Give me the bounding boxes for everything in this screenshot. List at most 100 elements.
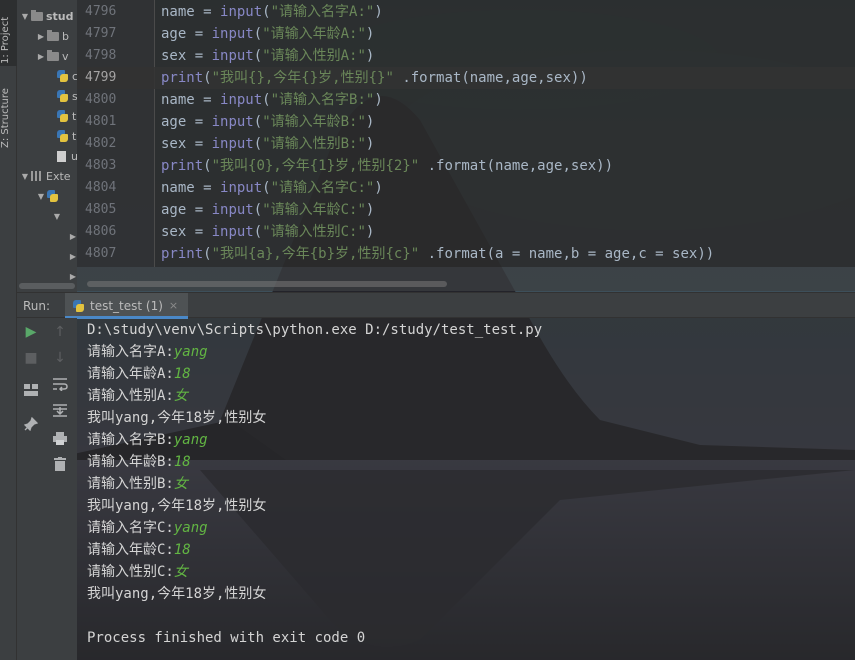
console-user-input: 18: [173, 454, 191, 470]
console-prompt-text: 请输入年龄A:: [87, 366, 174, 382]
tree-item-label: t: [72, 129, 77, 143]
expand-arrow-icon[interactable]: ▶: [67, 272, 77, 281]
collapse-arrow-icon[interactable]: ▼: [19, 12, 31, 21]
console-line: 请输入性别C:女: [87, 561, 188, 583]
down-arrow-icon[interactable]: ↓: [50, 348, 70, 368]
run-toolbar: ▶ ↑ ■ ↓: [17, 318, 77, 660]
print-icon[interactable]: [50, 428, 70, 448]
console-user-input: yang: [173, 344, 208, 360]
code-line[interactable]: 4807 print("我叫{a},今年{b}岁,性别{c}" .format(a…: [77, 243, 855, 265]
line-number: 4804: [85, 180, 117, 195]
string-literal: "请输入年龄B:": [262, 114, 366, 130]
code-line[interactable]: 4797 age = input("请输入年龄A:"): [77, 23, 855, 45]
expand-arrow-icon[interactable]: ▶: [35, 32, 47, 41]
console-line: 请输入性别B:女: [87, 473, 188, 495]
structure-tool-tab[interactable]: Z: Structure: [0, 70, 17, 150]
variable-name: sex: [161, 136, 187, 152]
editor-horizontal-scrollbar[interactable]: [77, 267, 855, 291]
console-prompt-text: 请输入性别B:: [87, 476, 174, 492]
expand-arrow-icon[interactable]: ▶: [67, 252, 77, 261]
code-line[interactable]: 4803 print("我叫{0},今年{1}岁,性别{2}" .format(n…: [77, 155, 855, 177]
tree-item-study[interactable]: ▼ stud: [19, 6, 74, 26]
tree-item-node[interactable]: ▶: [67, 226, 77, 246]
libraries-icon: [31, 171, 43, 181]
code-text: print("我叫{0},今年{1}岁,性别{2}" .format(name,…: [161, 158, 614, 174]
code-editor[interactable]: 4796 name = input("请输入名字A:") 4797 age = inp…: [77, 0, 855, 267]
tree-item-file[interactable]: s: [57, 86, 77, 106]
up-arrow-icon[interactable]: ↑: [50, 322, 70, 342]
pin-icon[interactable]: [21, 414, 41, 434]
code-line[interactable]: 4799 print("我叫{},今年{}岁,性别{}" .format(name…: [77, 67, 855, 89]
code-line[interactable]: 4802 sex = input("请输入性别B:"): [77, 133, 855, 155]
code-line[interactable]: 4796 name = input("请输入名字A:"): [77, 1, 855, 23]
tree-item-label: c: [72, 69, 77, 83]
string-literal: "请输入年龄C:": [262, 202, 366, 218]
string-literal: "请输入性别A:": [262, 48, 366, 64]
tree-item-file[interactable]: t: [57, 126, 76, 146]
trash-icon[interactable]: [50, 454, 70, 474]
tree-item-file[interactable]: u: [57, 146, 77, 166]
code-line[interactable]: 4800 name = input("请输入名字B:"): [77, 89, 855, 111]
expand-arrow-icon[interactable]: ▶: [67, 232, 77, 241]
line-number: 4800: [85, 92, 117, 107]
tree-item-label: v: [62, 49, 69, 63]
folder-icon: [47, 29, 59, 41]
code-text: name = input("请输入名字A:"): [161, 4, 383, 20]
tree-item-folder[interactable]: ▶ b: [35, 26, 69, 46]
tree-scrollbar[interactable]: [19, 283, 75, 289]
builtin-function: input: [211, 202, 254, 218]
console-user-input: 女: [173, 476, 188, 492]
code-line[interactable]: 4804 name = input("请输入名字C:"): [77, 177, 855, 199]
line-number: 4801: [85, 114, 117, 129]
collapse-arrow-icon[interactable]: ▼: [19, 172, 31, 181]
console-user-input: 女: [173, 388, 188, 404]
stop-icon[interactable]: ■: [21, 348, 41, 368]
string-literal: "请输入性别B:": [262, 136, 366, 152]
tree-item-file[interactable]: c: [57, 66, 77, 86]
code-text: sex = input("请输入性别A:"): [161, 48, 375, 64]
run-tab-test-test[interactable]: test_test (1) ×: [65, 293, 189, 319]
tree-item-label: stud: [46, 9, 74, 23]
builtin-function: print: [161, 158, 204, 174]
variable-name: sex: [161, 48, 187, 64]
variable-name: name: [161, 180, 195, 196]
code-line[interactable]: 4798 sex = input("请输入性别A:"): [77, 45, 855, 67]
string-literal: "我叫{},今年{}岁,性别{}": [211, 70, 394, 86]
close-icon[interactable]: ×: [169, 299, 178, 312]
tree-item-node[interactable]: ▶: [67, 246, 77, 266]
builtin-function: input: [211, 114, 254, 130]
collapse-arrow-icon[interactable]: ▼: [35, 192, 47, 201]
rerun-icon[interactable]: ▶: [21, 322, 41, 342]
code-line[interactable]: 4805 age = input("请输入年龄C:"): [77, 199, 855, 221]
scrollbar-thumb[interactable]: [87, 281, 447, 287]
scroll-to-end-icon[interactable]: [50, 400, 70, 420]
tree-item-folder[interactable]: ▶ v: [35, 46, 69, 66]
console-line: 请输入年龄B:18: [87, 451, 191, 473]
console-command-line: D:\study\venv\Scripts\python.exe D:/stud…: [87, 322, 543, 338]
tree-item-label: t: [72, 109, 77, 123]
console-line: 我叫yang,今年18岁,性别女: [87, 583, 266, 605]
soft-wrap-icon[interactable]: [50, 374, 70, 394]
console-prompt-text: 请输入性别A:: [87, 388, 174, 404]
run-label: Run:: [23, 299, 51, 313]
code-line[interactable]: 4801 age = input("请输入年龄B:"): [77, 111, 855, 133]
console-line: 请输入名字B:yang: [87, 429, 208, 451]
project-tool-tab[interactable]: 1: Project: [0, 0, 17, 66]
tree-item-node[interactable]: ▼: [51, 206, 63, 226]
line-number: 4802: [85, 136, 117, 151]
layout-icon[interactable]: [21, 380, 41, 400]
console-user-input: 女: [173, 564, 188, 580]
tree-item-sdk[interactable]: ▼: [35, 186, 62, 206]
builtin-function: input: [220, 180, 263, 196]
collapse-arrow-icon[interactable]: ▼: [51, 212, 63, 221]
builtin-function: input: [211, 224, 254, 240]
tree-item-file[interactable]: t: [57, 106, 76, 126]
format-call: .format(name,age,sex)): [393, 70, 588, 86]
console-prompt-text: 请输入年龄B:: [87, 454, 174, 470]
console-user-input: 18: [173, 366, 191, 382]
expand-arrow-icon[interactable]: ▶: [35, 52, 47, 61]
tree-item-external-libraries[interactable]: ▼ Exte: [19, 166, 71, 186]
code-line[interactable]: 4806 sex = input("请输入性别C:"): [77, 221, 855, 243]
console-line: 我叫yang,今年18岁,性别女: [87, 407, 266, 429]
run-console-output[interactable]: D:\study\venv\Scripts\python.exe D:/stud…: [77, 318, 855, 660]
